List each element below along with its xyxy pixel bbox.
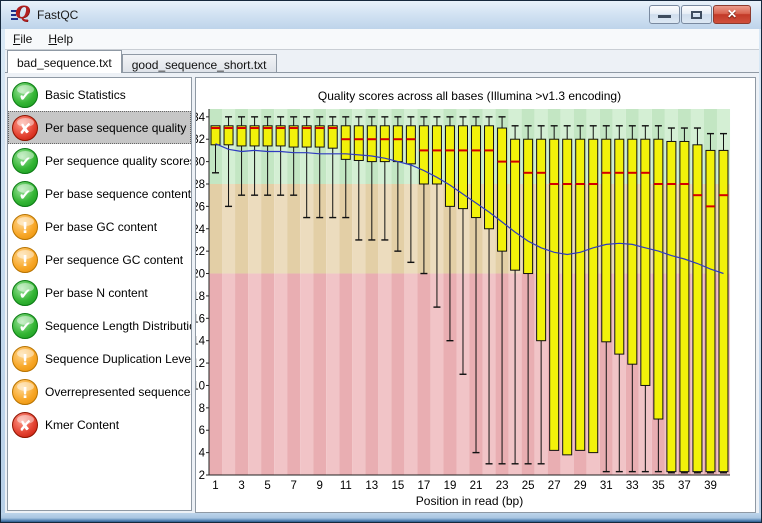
svg-text:19: 19 [444, 480, 457, 492]
menu-bar: File Help [5, 29, 759, 50]
orange-warning-icon: ! [12, 378, 38, 405]
fastqc-logo-icon: Q [11, 3, 31, 24]
svg-text:11: 11 [340, 480, 352, 492]
report-module-list: ✔ Basic Statistics ✘ Per base sequence qual… [7, 77, 192, 511]
sidebar-item-overrepresented-sequences[interactable]: ! Overrepresented sequences [8, 375, 191, 408]
svg-text:25: 25 [522, 480, 535, 492]
svg-text:34: 34 [196, 112, 206, 124]
sidebar-item-per-base-sequence-content[interactable]: ✔ Per base sequence content [8, 177, 191, 210]
orange-warning-icon: ! [12, 213, 38, 240]
chart-panel: Quality scores across all bases (Illumin… [192, 77, 756, 513]
svg-text:29: 29 [574, 480, 587, 492]
sidebar-item-sequence-duplication-levels[interactable]: ! Sequence Duplication Levels [8, 342, 191, 375]
svg-text:5: 5 [264, 480, 270, 492]
quality-boxplot-chart: 2468101214161820222426283032341357911131… [192, 109, 731, 492]
svg-text:3: 3 [238, 480, 244, 492]
close-button[interactable]: ✕ [713, 5, 751, 24]
close-icon: ✕ [726, 7, 738, 21]
maximize-icon [691, 11, 702, 19]
sidebar-item-label: Per base sequence quality [45, 120, 187, 135]
svg-text:14: 14 [196, 336, 206, 348]
chart-x-axis-label: Position in read (bp) [415, 494, 524, 508]
svg-text:37: 37 [678, 480, 691, 492]
fastqc-window: Q FastQC ✕ File Help bad_sequence.txt good… [0, 0, 762, 523]
svg-text:39: 39 [704, 480, 717, 492]
menu-item-file[interactable]: File [5, 30, 40, 48]
svg-text:1: 1 [212, 480, 218, 492]
green-check-icon: ✔ [12, 312, 38, 339]
svg-text:18: 18 [196, 291, 205, 303]
svg-text:24: 24 [196, 224, 206, 236]
sidebar-item-label: Per sequence quality scores [45, 153, 192, 168]
minimize-button[interactable] [649, 5, 680, 24]
sidebar-item-label: Per base GC content [45, 219, 158, 234]
sidebar-item-label: Per sequence GC content [45, 252, 184, 267]
svg-text:31: 31 [600, 480, 613, 492]
sidebar-item-label: Basic Statistics [45, 87, 126, 102]
svg-text:13: 13 [365, 480, 378, 492]
maximize-button[interactable] [681, 5, 712, 24]
svg-text:16: 16 [196, 313, 205, 325]
work-area: bad_sequence.txt good_sequence_short.txt … [5, 50, 759, 515]
green-check-icon: ✔ [12, 81, 38, 108]
green-check-icon: ✔ [12, 147, 38, 174]
sidebar-item-label: Sequence Duplication Levels [45, 351, 192, 366]
file-tabs: bad_sequence.txt good_sequence_short.txt [5, 50, 759, 73]
svg-text:7: 7 [290, 480, 296, 492]
svg-text:28: 28 [196, 179, 205, 191]
sidebar-item-basic-statistics[interactable]: ✔ Basic Statistics [8, 78, 191, 111]
green-check-icon: ✔ [12, 279, 38, 306]
sidebar-item-per-base-sequence-quality[interactable]: ✘ Per base sequence quality [8, 111, 191, 144]
svg-text:33: 33 [626, 480, 639, 492]
sidebar-item-label: Per base N content [45, 285, 148, 300]
svg-text:9: 9 [316, 480, 322, 492]
svg-text:4: 4 [199, 448, 206, 460]
menu-item-help[interactable]: Help [40, 30, 81, 48]
sidebar-item-per-sequence-gc-content[interactable]: ! Per sequence GC content [8, 243, 191, 276]
sidebar-item-label: Sequence Length Distribution [45, 318, 192, 333]
sidebar-item-per-base-gc-content[interactable]: ! Per base GC content [8, 210, 191, 243]
tab-good_sequence_short.txt[interactable]: good_sequence_short.txt [121, 54, 277, 73]
svg-text:21: 21 [470, 480, 483, 492]
svg-text:20: 20 [196, 269, 205, 281]
window-frame [1, 513, 761, 522]
sidebar-item-label: Per base sequence content [45, 186, 192, 201]
tab-bad_sequence.txt[interactable]: bad_sequence.txt [7, 50, 122, 73]
svg-text:15: 15 [392, 480, 405, 492]
sidebar-item-per-sequence-quality-scores[interactable]: ✔ Per sequence quality scores [8, 144, 191, 177]
red-cross-icon: ✘ [12, 114, 38, 141]
svg-text:27: 27 [548, 480, 561, 492]
window-title: FastQC [37, 8, 79, 22]
title-bar[interactable]: Q FastQC ✕ [1, 1, 761, 29]
svg-text:17: 17 [418, 480, 431, 492]
svg-text:6: 6 [199, 425, 205, 437]
svg-text:12: 12 [196, 358, 205, 370]
sidebar-item-per-base-n-content[interactable]: ✔ Per base N content [8, 276, 191, 309]
svg-text:10: 10 [196, 380, 205, 392]
green-check-icon: ✔ [12, 180, 38, 207]
orange-warning-icon: ! [12, 246, 38, 273]
orange-warning-icon: ! [12, 345, 38, 372]
svg-text:23: 23 [496, 480, 509, 492]
svg-text:32: 32 [196, 134, 205, 146]
sidebar-item-label: Kmer Content [45, 417, 120, 432]
minimize-icon [658, 15, 671, 18]
sidebar-item-kmer-content[interactable]: ✘ Kmer Content [8, 408, 191, 441]
svg-text:22: 22 [196, 246, 205, 258]
red-cross-icon: ✘ [12, 411, 38, 438]
sidebar-item-label: Overrepresented sequences [45, 384, 192, 399]
sidebar-item-sequence-length-distribution[interactable]: ✔ Sequence Length Distribution [8, 309, 191, 342]
svg-text:26: 26 [196, 201, 205, 213]
svg-text:35: 35 [652, 480, 665, 492]
svg-text:2: 2 [199, 470, 205, 482]
chart-title: Quality scores across all bases (Illumin… [317, 89, 622, 103]
svg-text:30: 30 [196, 157, 205, 169]
svg-text:8: 8 [199, 403, 205, 415]
